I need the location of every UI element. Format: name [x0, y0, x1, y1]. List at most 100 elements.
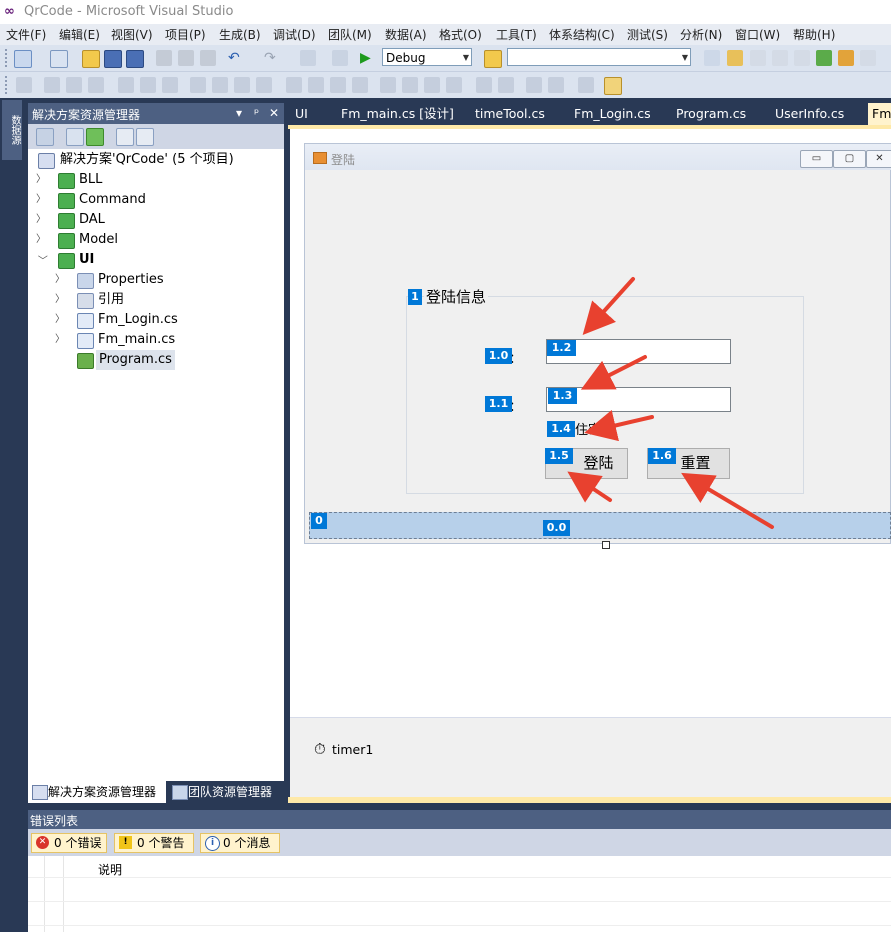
- command-window-icon[interactable]: [860, 50, 876, 66]
- expand-icon[interactable]: 〉: [55, 270, 65, 290]
- cut-icon[interactable]: [156, 50, 172, 66]
- pin-icon[interactable]: ᵖ: [254, 106, 259, 120]
- make-same-width-icon[interactable]: [190, 77, 206, 93]
- search-combo[interactable]: ▼: [507, 48, 691, 66]
- menu-help[interactable]: 帮助(H): [793, 26, 835, 43]
- menu-debug[interactable]: 调试(D): [273, 26, 316, 43]
- menu-test[interactable]: 测试(S): [627, 26, 668, 43]
- show-all-files-icon[interactable]: [66, 128, 84, 146]
- collapse-icon[interactable]: 〉: [31, 255, 51, 265]
- panel-dropdown-icon[interactable]: ▾: [236, 106, 242, 120]
- toolbox-icon[interactable]: [794, 50, 810, 66]
- menu-build[interactable]: 生成(B): [219, 26, 261, 43]
- horizontal-spacing-decrease-icon[interactable]: [330, 77, 346, 93]
- lock-controls-icon[interactable]: [578, 77, 594, 93]
- align-to-grid-icon[interactable]: [16, 77, 32, 93]
- view-code-icon[interactable]: [116, 128, 134, 146]
- tab-ui[interactable]: UI: [295, 103, 308, 125]
- menu-architecture[interactable]: 体系结构(C): [549, 26, 615, 43]
- align-lefts-icon[interactable]: [44, 77, 60, 93]
- tree-item-fm-login[interactable]: 〉 Fm_Login.cs: [28, 310, 284, 330]
- toolbar-grip[interactable]: [5, 49, 11, 67]
- timer1-component[interactable]: timer1: [332, 742, 373, 757]
- object-browser-icon[interactable]: [772, 50, 788, 66]
- make-same-size-icon[interactable]: [234, 77, 250, 93]
- new-project-icon[interactable]: [14, 50, 32, 68]
- start-debug-icon[interactable]: ▶: [360, 50, 376, 66]
- data-sources-tab[interactable]: 数据源: [2, 100, 22, 160]
- solution-explorer-icon[interactable]: [727, 50, 743, 66]
- tree-project-bll[interactable]: 〉 BLL: [28, 170, 284, 190]
- bring-to-front-icon[interactable]: [526, 77, 542, 93]
- tree-project-command[interactable]: 〉 Command: [28, 190, 284, 210]
- save-all-icon[interactable]: [126, 50, 144, 68]
- align-bottoms-icon[interactable]: [162, 77, 178, 93]
- align-centers-icon[interactable]: [66, 77, 82, 93]
- horizontal-spacing-increase-icon[interactable]: [308, 77, 324, 93]
- column-description[interactable]: 说明: [98, 861, 122, 878]
- tab-order-icon[interactable]: [604, 77, 622, 95]
- tab-team-explorer[interactable]: 团队资源管理器: [168, 781, 284, 803]
- tab-fm-main-design[interactable]: Fm_main.cs [设计]: [341, 103, 454, 125]
- navigate-back-icon[interactable]: [300, 50, 316, 66]
- menu-tools[interactable]: 工具(T): [496, 26, 537, 43]
- expand-icon[interactable]: 〉: [36, 190, 46, 210]
- menu-team[interactable]: 团队(M): [328, 26, 372, 43]
- vertical-spacing-equal-icon[interactable]: [380, 77, 396, 93]
- redo-icon[interactable]: ↷: [264, 50, 280, 66]
- properties-icon[interactable]: [750, 50, 766, 66]
- expand-icon[interactable]: 〉: [36, 210, 46, 230]
- menu-format[interactable]: 格式(O): [439, 26, 482, 43]
- tree-item-references[interactable]: 〉 引用: [28, 290, 284, 310]
- tab-fm-login[interactable]: Fm_Login.cs: [574, 103, 651, 125]
- properties-icon[interactable]: [36, 128, 54, 146]
- expand-icon[interactable]: 〉: [36, 170, 46, 190]
- expand-icon[interactable]: 〉: [55, 310, 65, 330]
- refresh-icon[interactable]: [86, 128, 104, 146]
- paste-icon[interactable]: [200, 50, 216, 66]
- expand-icon[interactable]: 〉: [55, 290, 65, 310]
- horizontal-spacing-equal-icon[interactable]: [286, 77, 302, 93]
- expand-icon[interactable]: 〉: [36, 230, 46, 250]
- add-item-icon[interactable]: [50, 50, 68, 68]
- start-page-icon[interactable]: [816, 50, 832, 66]
- find-in-files-icon[interactable]: [484, 50, 502, 68]
- errors-filter-button[interactable]: ✕ 0 个错误: [31, 833, 107, 853]
- undo-icon[interactable]: ↶: [228, 50, 244, 66]
- align-middles-icon[interactable]: [140, 77, 156, 93]
- tab-userinfo[interactable]: UserInfo.cs: [775, 103, 844, 125]
- tree-project-model[interactable]: 〉 Model: [28, 230, 284, 250]
- find-icon[interactable]: [704, 50, 720, 66]
- open-file-icon[interactable]: [82, 50, 100, 68]
- vertical-spacing-increase-icon[interactable]: [402, 77, 418, 93]
- horizontal-spacing-remove-icon[interactable]: [352, 77, 368, 93]
- vertical-spacing-remove-icon[interactable]: [446, 77, 462, 93]
- send-to-back-icon[interactable]: [548, 77, 564, 93]
- expand-icon[interactable]: 〉: [55, 330, 65, 350]
- tree-item-program[interactable]: Program.cs: [28, 350, 284, 370]
- menu-window[interactable]: 窗口(W): [735, 26, 780, 43]
- save-icon[interactable]: [104, 50, 122, 68]
- center-horizontally-icon[interactable]: [476, 77, 492, 93]
- tree-project-dal[interactable]: 〉 DAL: [28, 210, 284, 230]
- tab-program[interactable]: Program.cs: [676, 103, 746, 125]
- menu-data[interactable]: 数据(A): [385, 26, 427, 43]
- tree-solution-node[interactable]: 解决方案'QrCode' (5 个项目): [28, 150, 284, 170]
- menu-analyze[interactable]: 分析(N): [680, 26, 722, 43]
- vertical-spacing-decrease-icon[interactable]: [424, 77, 440, 93]
- copy-icon[interactable]: [178, 50, 194, 66]
- align-rights-icon[interactable]: [88, 77, 104, 93]
- toolbar-grip[interactable]: [5, 76, 11, 94]
- tree-item-fm-main[interactable]: 〉 Fm_main.cs: [28, 330, 284, 350]
- tab-solution-explorer[interactable]: 解决方案资源管理器: [28, 781, 166, 803]
- view-class-diagram-icon[interactable]: [136, 128, 154, 146]
- size-to-grid-icon[interactable]: [256, 77, 272, 93]
- menu-view[interactable]: 视图(V): [111, 26, 153, 43]
- make-same-height-icon[interactable]: [212, 77, 228, 93]
- warnings-filter-button[interactable]: ! 0 个警告: [114, 833, 194, 853]
- center-vertically-icon[interactable]: [498, 77, 514, 93]
- solution-config-select[interactable]: Debug ▼: [382, 48, 472, 66]
- close-icon[interactable]: ✕: [269, 106, 279, 120]
- tab-timetool[interactable]: timeTool.cs: [475, 103, 545, 125]
- navigate-forward-icon[interactable]: [332, 50, 348, 66]
